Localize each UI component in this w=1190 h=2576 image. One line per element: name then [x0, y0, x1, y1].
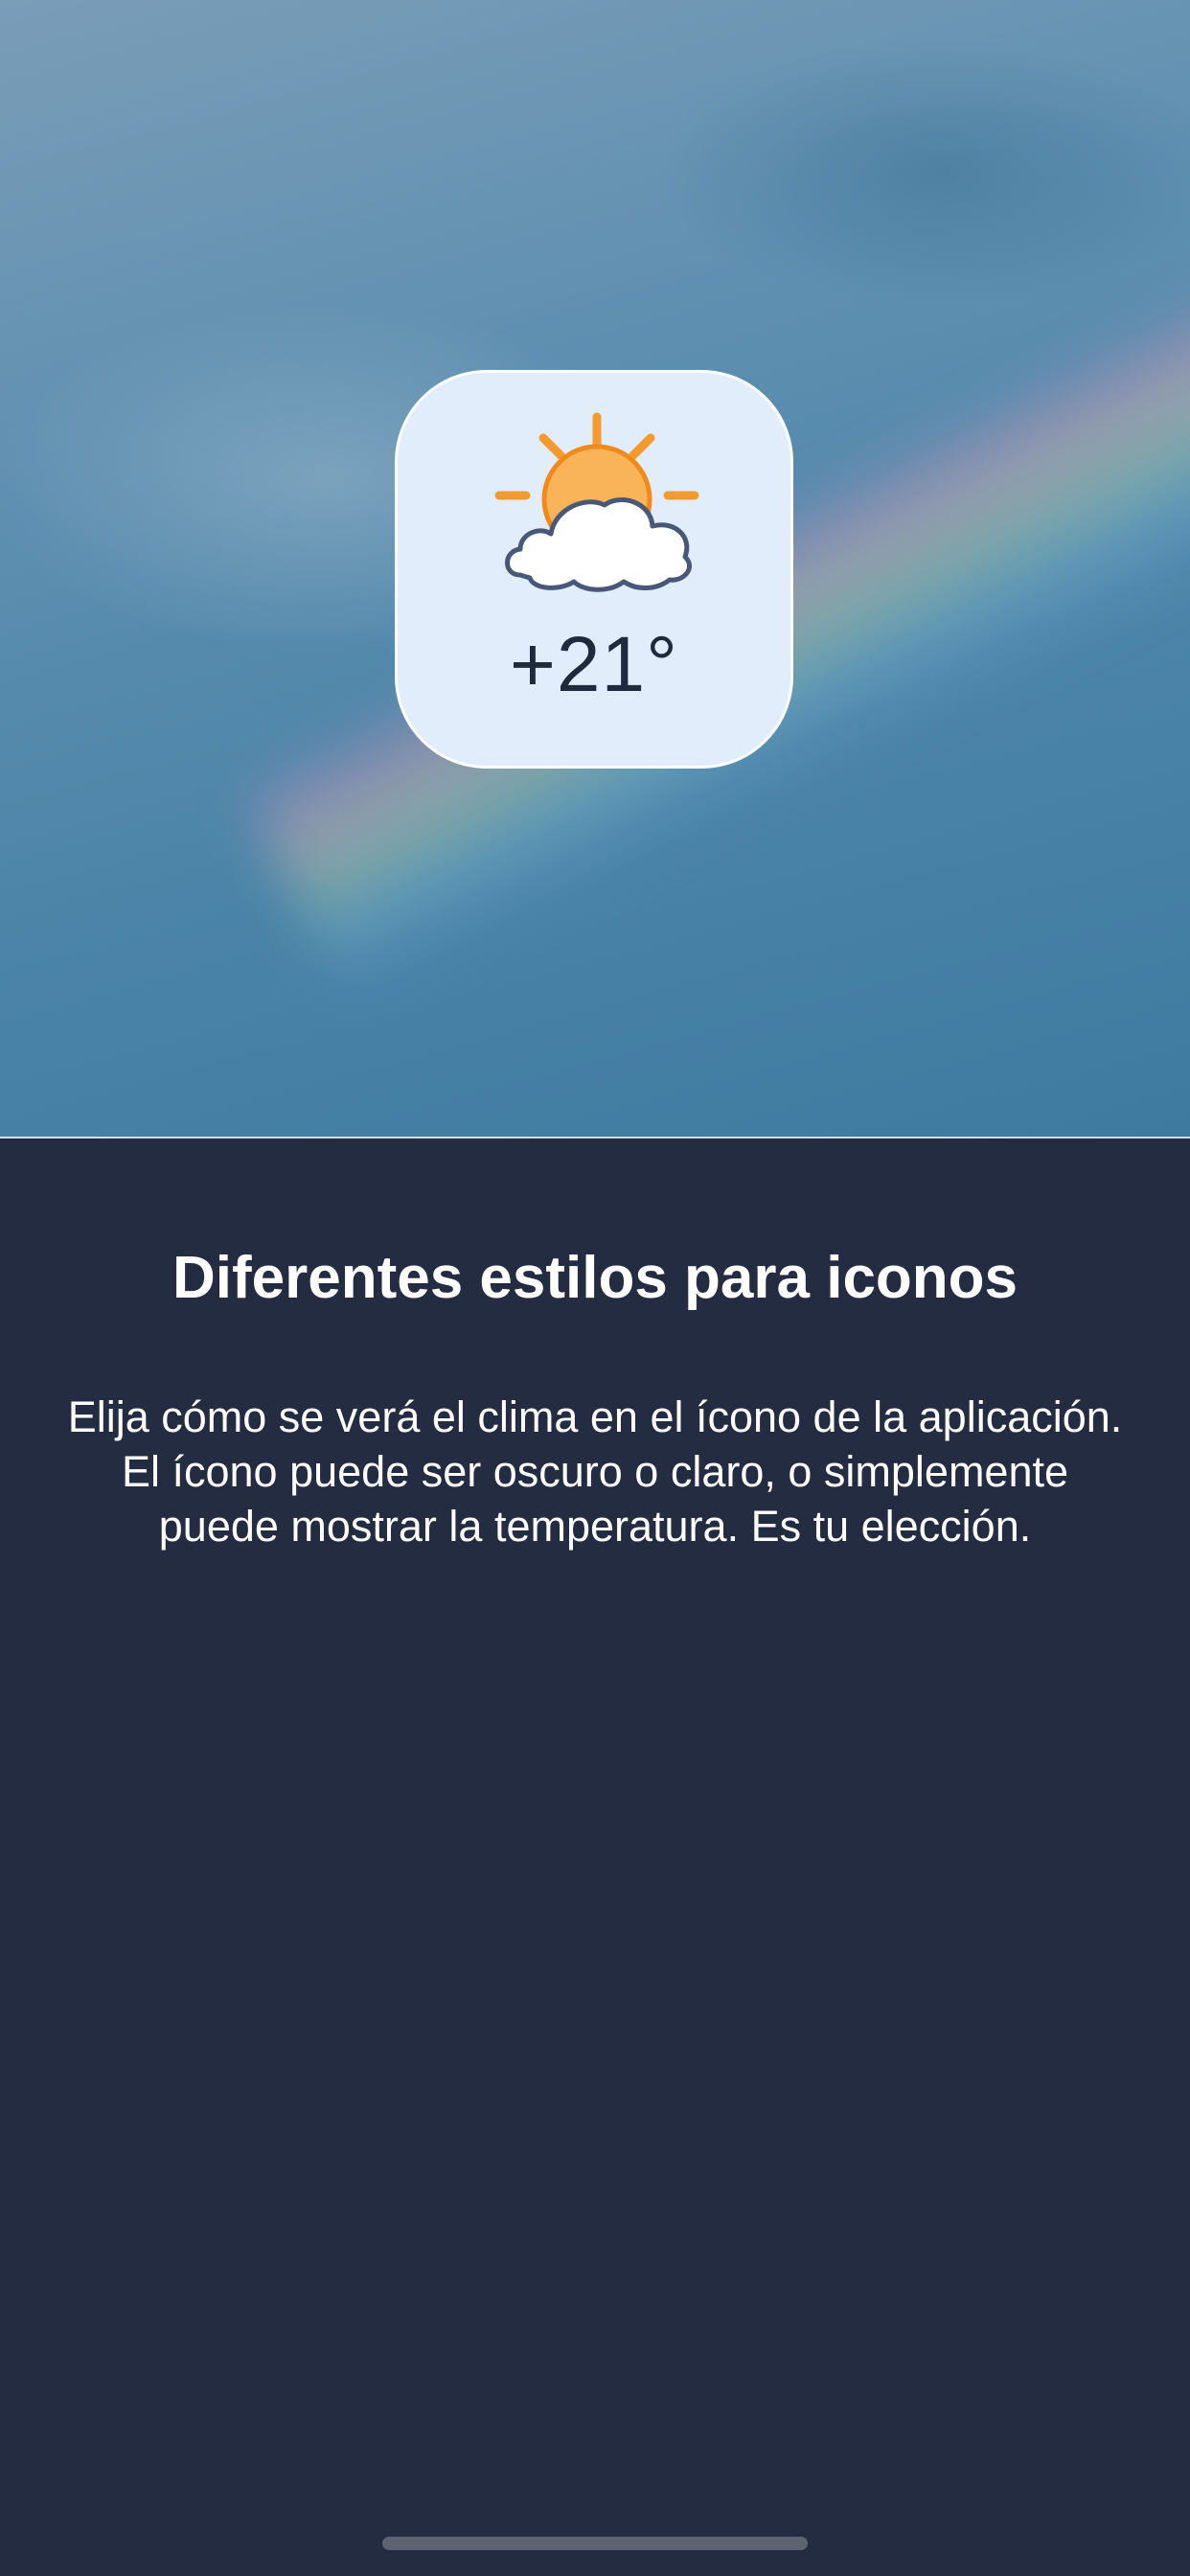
- description-text: Elija cómo se verá el clima en el ícono …: [67, 1392, 1123, 1551]
- temperature-label: +21°: [510, 621, 678, 708]
- sun-behind-cloud-icon: [494, 412, 699, 592]
- page-title: Diferentes estilos para iconos: [172, 1245, 1018, 1311]
- home-indicator[interactable]: [382, 2537, 808, 2550]
- onboarding-content: Diferentes estilos para iconos Elija cóm…: [0, 1138, 1190, 2576]
- hero-background: +21°: [0, 0, 1190, 1138]
- weather-app-icon-preview: +21°: [395, 370, 793, 769]
